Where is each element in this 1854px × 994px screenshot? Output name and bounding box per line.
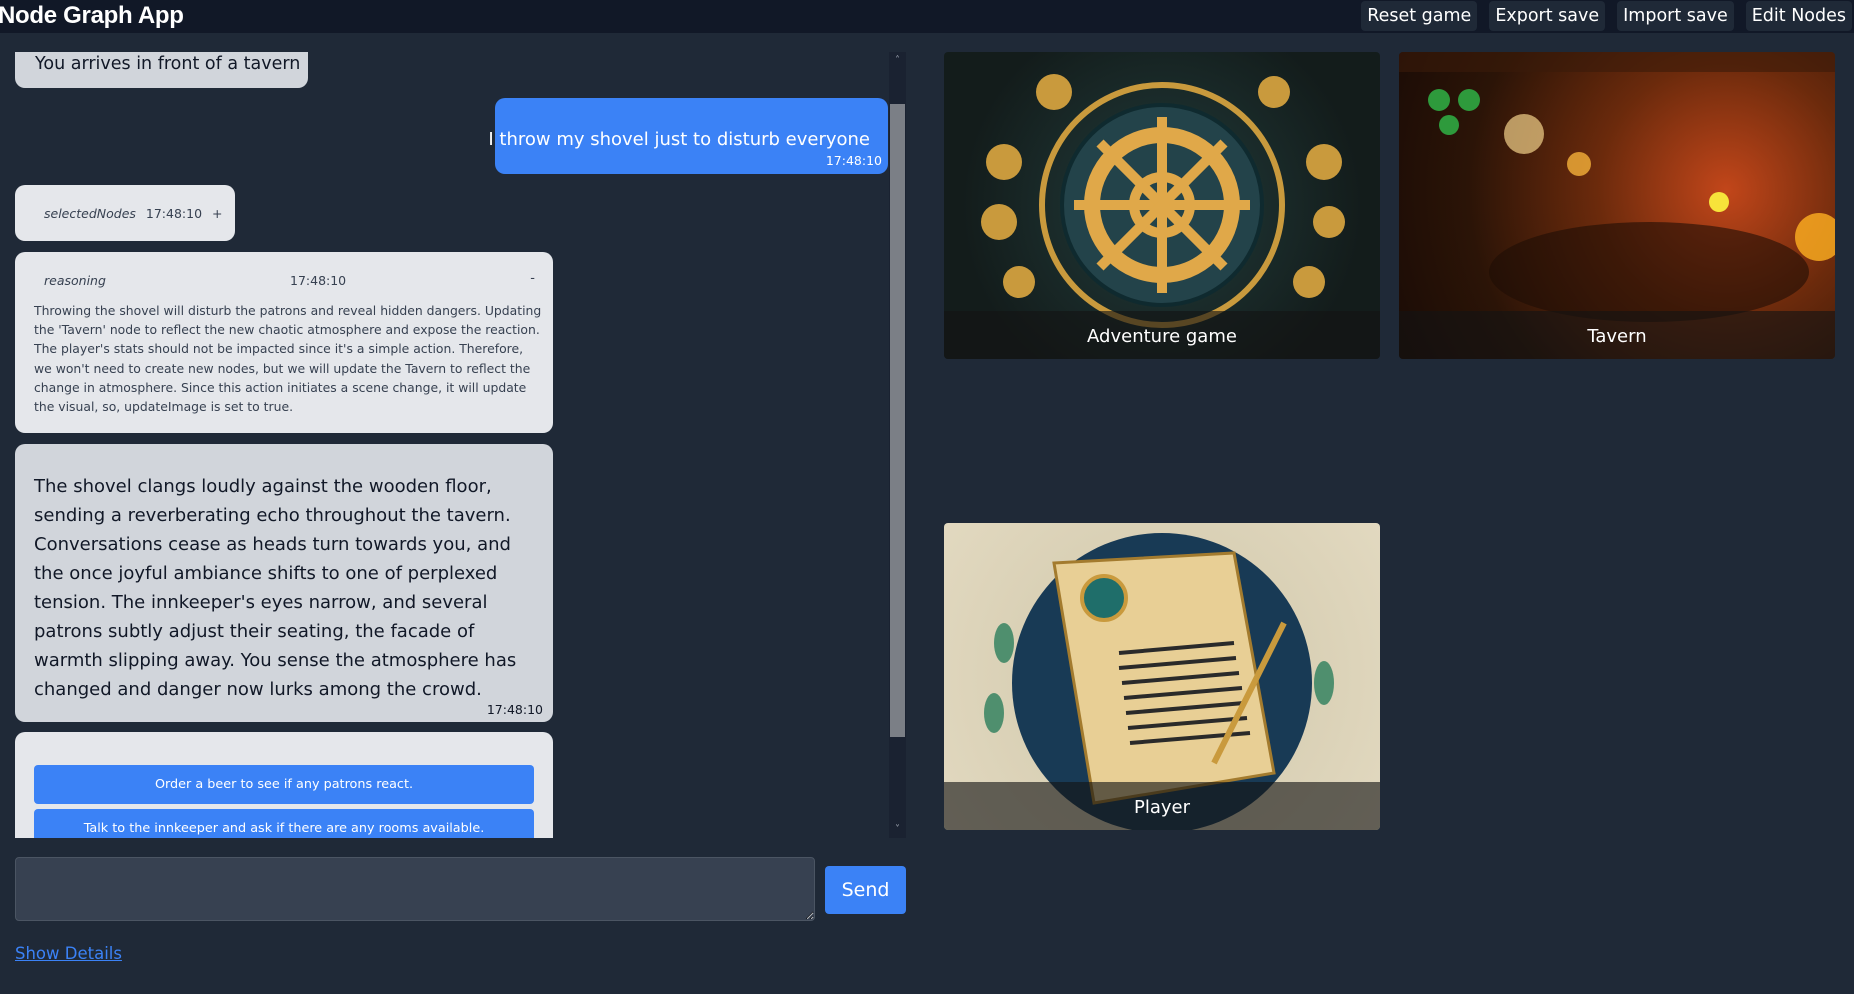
- message-text: You arrives in front of a tavern: [35, 54, 301, 74]
- assistant-message: You arrives in front of a tavern: [15, 52, 308, 88]
- message-timestamp: 17:48:10: [145, 206, 203, 221]
- expand-toggle-icon[interactable]: +: [212, 206, 222, 221]
- node-card-tavern[interactable]: Tavern: [1399, 52, 1835, 359]
- section-label: reasoning: [44, 273, 106, 288]
- scroll-up-icon[interactable]: ˄: [889, 52, 906, 69]
- app-title: Node Graph App: [0, 2, 184, 29]
- export-save-button[interactable]: Export save: [1489, 1, 1606, 31]
- scroll-thumb[interactable]: [890, 104, 905, 737]
- chat-messages: You arrives in front of a tavern I throw…: [15, 52, 889, 838]
- app-header: Node Graph App Reset game Export save Im…: [0, 0, 1854, 33]
- node-label: Tavern: [1399, 311, 1835, 359]
- option-button[interactable]: Talk to the innkeeper and ask if there a…: [34, 809, 534, 838]
- message-input[interactable]: [15, 857, 815, 921]
- edit-nodes-button[interactable]: Edit Nodes: [1745, 1, 1852, 31]
- option-button[interactable]: Order a beer to see if any patrons react…: [34, 765, 534, 804]
- reasoning-text: Throwing the shovel will disturb the pat…: [34, 303, 542, 415]
- message-timestamp: 17:48:10: [486, 702, 543, 717]
- message-timestamp: 17:48:10: [825, 153, 882, 168]
- show-details-link[interactable]: Show Details: [15, 944, 122, 963]
- node-label: Player: [944, 782, 1380, 830]
- collapse-toggle-icon[interactable]: -: [530, 271, 535, 286]
- reset-game-button[interactable]: Reset game: [1361, 1, 1478, 31]
- header-actions: Reset game Export save Import save Edit …: [1361, 1, 1852, 31]
- options-message: Order a beer to see if any patrons react…: [15, 732, 553, 838]
- section-label: selectedNodes: [44, 206, 136, 221]
- import-save-button[interactable]: Import save: [1617, 1, 1734, 31]
- selected-nodes-message[interactable]: selectedNodes 17:48:10 +: [15, 185, 235, 241]
- user-message: I throw my shovel just to disturb everyo…: [488, 98, 888, 174]
- node-card-player[interactable]: Player: [944, 523, 1380, 830]
- message-timestamp: 17:48:10: [290, 273, 347, 288]
- message-text: I throw my shovel just to disturb everyo…: [488, 129, 870, 150]
- node-label: Adventure game: [944, 311, 1380, 359]
- chat-scrollbar[interactable]: ˄ ˅: [889, 52, 906, 838]
- node-card-adventure-game[interactable]: Adventure game: [944, 52, 1380, 359]
- reasoning-message: reasoning 17:48:10 - Throwing the shovel…: [15, 252, 553, 433]
- narrative-message: The shovel clangs loudly against the woo…: [15, 444, 553, 722]
- send-button[interactable]: Send: [825, 866, 906, 914]
- chat-log: You arrives in front of a tavern I throw…: [15, 52, 906, 838]
- message-text: The shovel clangs loudly against the woo…: [34, 476, 517, 700]
- scroll-down-icon[interactable]: ˅: [889, 821, 906, 838]
